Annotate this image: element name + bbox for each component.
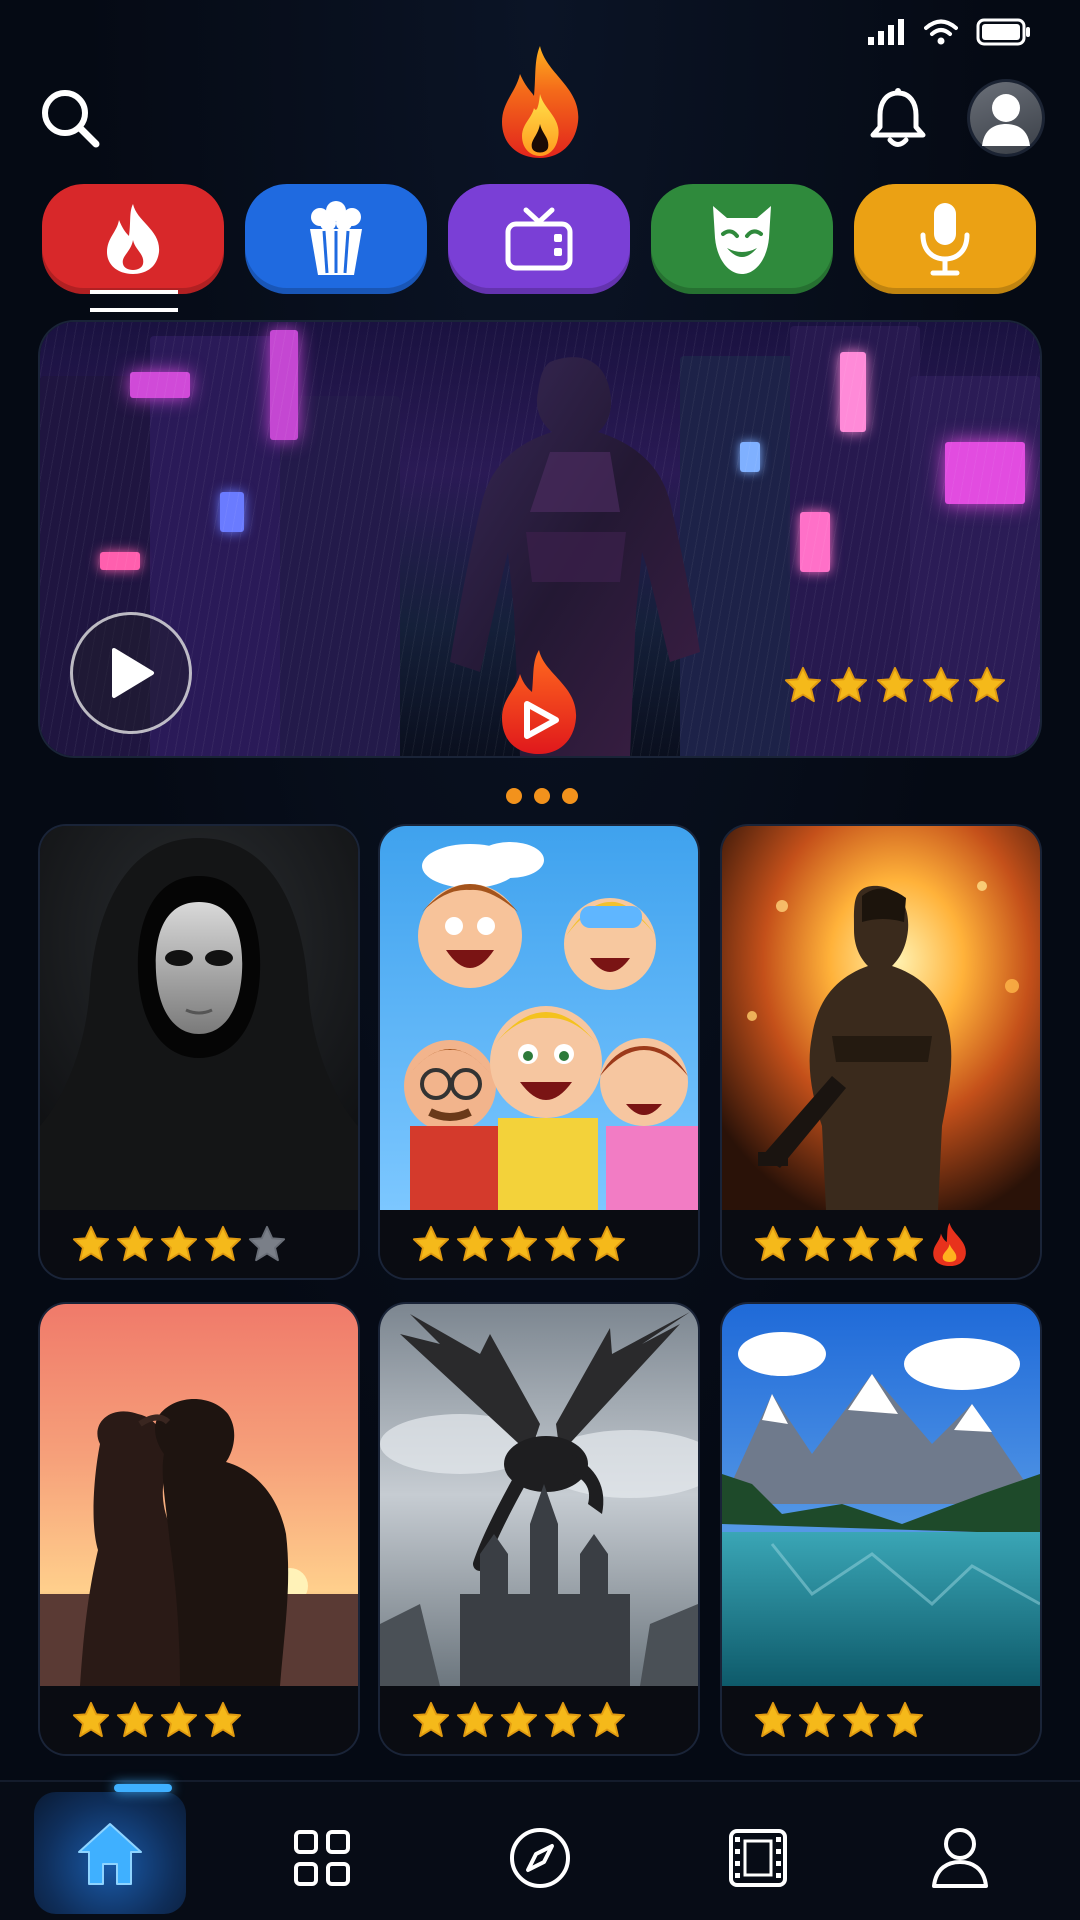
card-art-cartoon-family: [380, 826, 698, 1210]
user-avatar-icon: [982, 94, 1030, 146]
notifications-button[interactable]: [860, 80, 936, 156]
star-filled-icon: [968, 666, 1006, 703]
tv-icon: [505, 207, 573, 271]
battery-icon: [976, 18, 1030, 46]
card-art-dragon-castle: [380, 1304, 698, 1686]
film-icon: [729, 1829, 787, 1887]
nav-categories-button[interactable]: [272, 1808, 372, 1908]
card-rating: [40, 1686, 358, 1754]
category-movies-button[interactable]: [245, 184, 427, 294]
card-art-explosion-soldier: [722, 826, 1040, 1210]
star-filled-icon: [886, 1701, 924, 1738]
star-filled-icon: [412, 1701, 450, 1738]
star-empty-icon: [248, 1225, 286, 1262]
hero-rating: [784, 666, 1006, 704]
card-art-sunset-couple: [40, 1304, 358, 1686]
star-filled-icon: [754, 1225, 792, 1262]
star-filled-icon: [588, 1701, 626, 1738]
carousel-dots[interactable]: [506, 788, 578, 804]
card-rating: [380, 1210, 698, 1278]
carousel-dot[interactable]: [562, 788, 578, 804]
hero-banner[interactable]: [40, 322, 1040, 756]
star-filled-icon: [842, 1225, 880, 1262]
flame-logo-icon[interactable]: [496, 44, 584, 160]
signal-icon: [868, 19, 904, 45]
search-button[interactable]: [32, 80, 108, 156]
app-screen: [0, 0, 1080, 1920]
play-icon: [112, 648, 154, 698]
bell-icon: [870, 88, 926, 147]
microphone-icon: [920, 203, 970, 276]
star-filled-icon: [544, 1701, 582, 1738]
star-filled-icon: [204, 1701, 242, 1738]
flame-icon: [107, 204, 160, 274]
search-icon: [42, 90, 100, 148]
category-trending-button[interactable]: [42, 184, 224, 312]
category-tv-button[interactable]: [448, 184, 630, 294]
category-comedy-button[interactable]: [651, 184, 833, 294]
card-rating: [380, 1686, 698, 1754]
card-art-mountain-lake: [722, 1304, 1040, 1686]
star-filled-icon: [784, 666, 822, 703]
carousel-dot[interactable]: [506, 788, 522, 804]
star-filled-icon: [116, 1701, 154, 1738]
star-filled-icon: [72, 1701, 110, 1738]
wifi-icon: [924, 19, 958, 45]
category-podcasts-button[interactable]: [854, 184, 1036, 294]
theater-mask-icon: [713, 206, 771, 274]
movie-card-animation[interactable]: [380, 826, 698, 1278]
star-filled-icon: [798, 1225, 836, 1262]
star-filled-icon: [116, 1225, 154, 1262]
star-filled-icon: [204, 1225, 242, 1262]
star-filled-icon: [72, 1225, 110, 1262]
movie-card-nature[interactable]: [722, 1304, 1040, 1754]
star-filled-icon: [500, 1701, 538, 1738]
star-filled-icon: [830, 666, 868, 703]
star-filled-icon: [798, 1701, 836, 1738]
active-category-indicator: [90, 290, 178, 312]
profile-avatar-button[interactable]: [970, 82, 1042, 154]
star-filled-icon: [922, 666, 960, 703]
card-rating: [40, 1210, 358, 1278]
card-art-masked-hood: [40, 826, 358, 1210]
star-filled-icon: [456, 1701, 494, 1738]
movie-card-romance[interactable]: [40, 1304, 358, 1754]
popcorn-icon: [310, 201, 362, 275]
star-filled-icon: [842, 1701, 880, 1738]
movie-card-action[interactable]: [722, 826, 1040, 1278]
hero-play-button[interactable]: [70, 612, 192, 734]
category-bar: [42, 184, 1036, 312]
nav-explore-button[interactable]: [490, 1808, 590, 1908]
grid-icon: [294, 1830, 350, 1886]
active-tab-indicator: [114, 1784, 172, 1792]
star-filled-icon: [500, 1225, 538, 1262]
home-icon: [78, 1823, 142, 1885]
star-filled-icon: [754, 1701, 792, 1738]
star-filled-icon: [544, 1225, 582, 1262]
star-filled-icon: [456, 1225, 494, 1262]
star-filled-icon: [588, 1225, 626, 1262]
flame-play-badge-icon[interactable]: [496, 648, 582, 756]
nav-library-button[interactable]: [708, 1808, 808, 1908]
movie-card-fantasy[interactable]: [380, 1304, 698, 1754]
card-rating: [722, 1686, 1040, 1754]
star-filled-icon: [160, 1701, 198, 1738]
bottom-navigation: [0, 1780, 1080, 1920]
card-rating: [722, 1210, 1040, 1278]
star-filled-icon: [160, 1225, 198, 1262]
profile-icon: [932, 1828, 988, 1888]
carousel-dot[interactable]: [534, 788, 550, 804]
nav-home-button[interactable]: [34, 1784, 186, 1914]
star-filled-icon: [886, 1225, 924, 1262]
status-bar: [868, 18, 1032, 46]
star-filled-icon: [412, 1225, 450, 1262]
movie-card-horror[interactable]: [40, 826, 358, 1278]
nav-profile-button[interactable]: [910, 1808, 1010, 1908]
compass-icon: [510, 1828, 570, 1888]
flame-icon: [933, 1222, 966, 1267]
star-filled-icon: [876, 666, 914, 703]
